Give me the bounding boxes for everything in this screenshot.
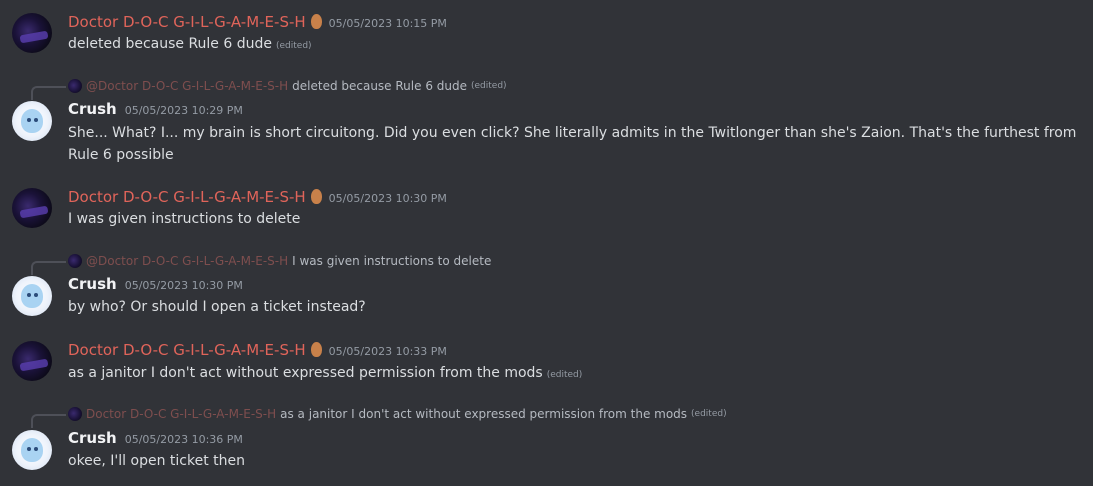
edited-label: (edited) — [276, 41, 312, 51]
reply-spine — [31, 261, 66, 275]
reply-spine — [31, 86, 66, 100]
message-content: by who? Or should I open a ticket instea… — [68, 299, 366, 315]
avatar-eye — [34, 293, 38, 297]
reply-preview[interactable]: @Doctor D-O-C G-I-L-G-A-M-E-S-H deleted … — [68, 79, 507, 93]
avatar-art — [21, 109, 43, 133]
timestamp: 05/05/2023 10:30 PM — [328, 192, 447, 205]
reply-avatar — [68, 254, 82, 268]
role-badge-icon — [310, 189, 322, 204]
role-badge-icon — [310, 342, 322, 357]
message-content: I was given instructions to delete — [68, 211, 301, 227]
timestamp: 05/05/2023 10:29 PM — [124, 104, 243, 117]
message-content: as a janitor I don't act without express… — [68, 365, 583, 381]
reply-author[interactable]: Doctor D-O-C G-I-L-G-A-M-E-S-H — [86, 407, 276, 421]
avatar[interactable] — [12, 276, 52, 316]
avatar-eye — [27, 118, 31, 122]
reply-avatar — [68, 79, 82, 93]
edited-label: (edited) — [546, 370, 583, 380]
reply-edited-label: (edited) — [471, 81, 507, 91]
avatar-eye — [34, 118, 38, 122]
reply-author[interactable]: @Doctor D-O-C G-I-L-G-A-M-E-S-H — [86, 254, 288, 268]
message-content: She... What? I... my brain is short circ… — [68, 125, 1077, 163]
reply-avatar — [68, 407, 82, 421]
avatar[interactable] — [12, 341, 52, 381]
avatar[interactable] — [12, 13, 52, 53]
message-content: okee, I'll open ticket then — [68, 453, 245, 469]
reply-edited-label: (edited) — [691, 409, 727, 419]
message-content: deleted because Rule 6 dude (edited) — [68, 36, 312, 52]
avatar-eye — [27, 293, 31, 297]
username[interactable]: Crush — [68, 275, 117, 293]
username[interactable]: Crush — [68, 429, 117, 447]
avatar[interactable] — [12, 101, 52, 141]
reply-text: as a janitor I don't act without express… — [280, 407, 688, 421]
avatar-art — [21, 284, 43, 308]
username[interactable]: Doctor D-O-C G-I-L-G-A-M-E-S-H — [68, 341, 306, 359]
avatar-eye — [34, 447, 38, 451]
avatar-art — [21, 438, 43, 462]
reply-text: deleted because Rule 6 dude — [292, 79, 467, 93]
avatar[interactable] — [12, 430, 52, 470]
reply-preview[interactable]: Doctor D-O-C G-I-L-G-A-M-E-S-H as a jani… — [68, 407, 727, 421]
username[interactable]: Doctor D-O-C G-I-L-G-A-M-E-S-H — [68, 13, 306, 31]
timestamp: 05/05/2023 10:30 PM — [124, 279, 243, 292]
role-badge-icon — [310, 14, 322, 29]
reply-preview[interactable]: @Doctor D-O-C G-I-L-G-A-M-E-S-H I was gi… — [68, 254, 491, 268]
avatar[interactable] — [12, 188, 52, 228]
avatar-eye — [27, 447, 31, 451]
username[interactable]: Doctor D-O-C G-I-L-G-A-M-E-S-H — [68, 188, 306, 206]
reply-author[interactable]: @Doctor D-O-C G-I-L-G-A-M-E-S-H — [86, 79, 288, 93]
timestamp: 05/05/2023 10:15 PM — [328, 17, 447, 30]
username[interactable]: Crush — [68, 100, 117, 118]
timestamp: 05/05/2023 10:33 PM — [328, 345, 447, 358]
reply-spine — [31, 414, 66, 428]
timestamp: 05/05/2023 10:36 PM — [124, 433, 243, 446]
reply-text: I was given instructions to delete — [292, 254, 492, 268]
